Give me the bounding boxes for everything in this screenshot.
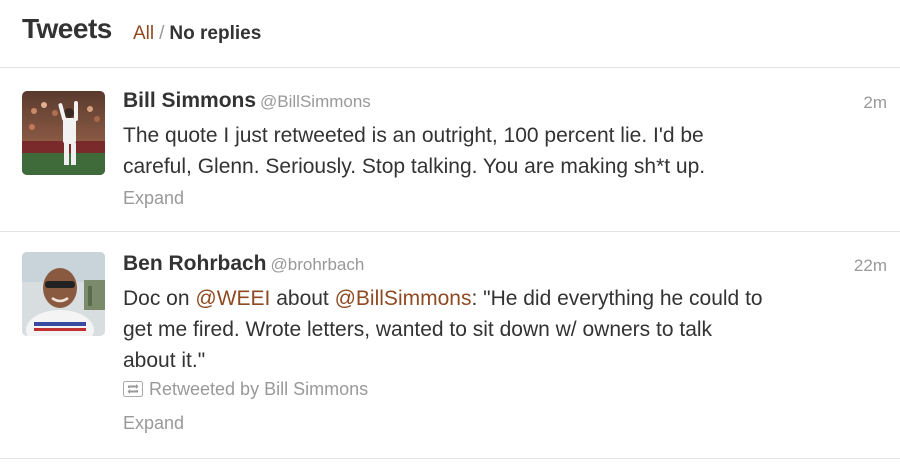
filter-all-link[interactable]: All bbox=[133, 23, 154, 44]
mention-link[interactable]: @WEEI bbox=[195, 287, 270, 310]
tweet-text-segment: Doc on bbox=[123, 287, 196, 310]
mention-link[interactable]: @BillSimmons bbox=[335, 287, 472, 310]
avatar-photo-man-sunglasses-icon bbox=[22, 252, 105, 336]
tweet-filter: All / No replies bbox=[133, 23, 261, 45]
avatar[interactable] bbox=[22, 252, 105, 336]
tweet-text-line: careful, Glenn. Seriously. Stop talking.… bbox=[123, 155, 706, 178]
stream-header: Tweets All / No replies bbox=[0, 0, 900, 68]
tweet-text: Doc on @WEEI about @BillSimmons: "He did… bbox=[123, 283, 883, 376]
tweet-item[interactable]: Ben Rohrbach @brohrbach 22m Doc on @WEEI … bbox=[0, 233, 900, 459]
tweet-text-segment: about bbox=[270, 287, 335, 310]
page-title: Tweets bbox=[22, 13, 112, 44]
avatar-photo-baseball-player-icon bbox=[22, 91, 105, 175]
author-username[interactable]: @BillSimmons bbox=[260, 92, 371, 111]
expand-link[interactable]: Expand bbox=[123, 188, 184, 209]
author-fullname[interactable]: Bill Simmons bbox=[123, 89, 256, 112]
tweet-text-segment: : "He did everything he could to bbox=[471, 287, 763, 310]
tweet-text-line: Doc on @WEEI about @BillSimmons: "He did… bbox=[123, 283, 883, 314]
tweet-author[interactable]: Ben Rohrbach @brohrbach bbox=[123, 252, 364, 276]
tweet-text-line: about it." bbox=[123, 349, 206, 372]
tweet-item[interactable]: Bill Simmons @BillSimmons 2m The quote I … bbox=[0, 69, 900, 232]
retweeted-by-label[interactable]: Retweeted by Bill Simmons bbox=[149, 379, 368, 399]
retweet-icon bbox=[123, 381, 143, 402]
tweet-timestamp[interactable]: 2m bbox=[863, 93, 887, 113]
tweet-author[interactable]: Bill Simmons @BillSimmons bbox=[123, 89, 371, 113]
avatar[interactable] bbox=[22, 91, 105, 175]
expand-link[interactable]: Expand bbox=[123, 413, 184, 434]
tweet-text-line: The quote I just retweeted is an outrigh… bbox=[123, 124, 704, 147]
tweet-timestamp[interactable]: 22m bbox=[854, 256, 887, 276]
filter-no-replies[interactable]: No replies bbox=[169, 23, 261, 44]
retweeted-by[interactable]: Retweeted by Bill Simmons bbox=[123, 379, 368, 402]
tweet-text: The quote I just retweeted is an outrigh… bbox=[123, 120, 883, 182]
author-username[interactable]: @brohrbach bbox=[271, 255, 365, 274]
author-fullname[interactable]: Ben Rohrbach bbox=[123, 252, 267, 275]
tweet-text-line: get me fired. Wrote letters, wanted to s… bbox=[123, 318, 713, 341]
filter-separator: / bbox=[159, 23, 165, 44]
